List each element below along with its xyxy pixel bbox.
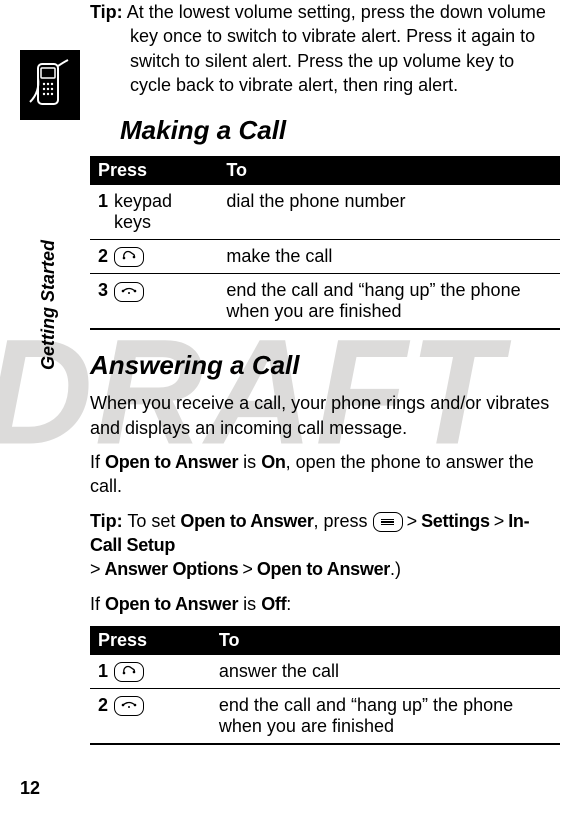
heading-answering-a-call: Answering a Call <box>90 350 560 381</box>
side-panel: Getting Started <box>20 50 80 450</box>
col-press: Press <box>90 156 218 185</box>
table-row: 2 end the call and “hang up” the phone w… <box>90 689 560 745</box>
step-number: 3 <box>90 274 114 330</box>
table-row: 2 make the call <box>90 240 560 274</box>
send-key-icon <box>114 662 144 682</box>
to-value: dial the phone number <box>218 185 560 240</box>
to-value: make the call <box>218 240 560 274</box>
send-key-icon <box>114 247 144 267</box>
step-number: 1 <box>90 185 114 240</box>
answering-call-table: Press To 1 answer the call 2 <box>90 626 560 745</box>
press-value <box>114 240 218 274</box>
table-row: 3 end the call and “hang up” the phone w… <box>90 274 560 330</box>
step-number: 2 <box>90 240 114 274</box>
tip-label: Tip: <box>90 2 123 22</box>
step-number: 1 <box>90 655 114 689</box>
open-to-answer-off: If Open to Answer is Off: <box>90 592 560 616</box>
table-row: 1 answer the call <box>90 655 560 689</box>
step-number: 2 <box>90 689 114 745</box>
to-value: answer the call <box>211 655 560 689</box>
answering-tip: Tip: To set Open to Answer, press >Setti… <box>90 509 560 582</box>
press-value: keypad keys <box>114 185 218 240</box>
answering-intro: When you receive a call, your phone ring… <box>90 391 560 440</box>
phone-icon <box>28 58 72 112</box>
col-to: To <box>218 156 560 185</box>
press-value <box>114 689 211 745</box>
menu-key-icon <box>373 512 403 532</box>
section-tab-label: Getting Started <box>38 240 59 370</box>
end-key-icon <box>114 696 144 716</box>
open-to-answer-on: If Open to Answer is On, open the phone … <box>90 450 560 499</box>
table-row: 1 keypad keys dial the phone number <box>90 185 560 240</box>
tip-block: Tip: At the lowest volume setting, press… <box>90 0 560 97</box>
press-value <box>114 655 211 689</box>
phone-illustration-box <box>20 50 80 120</box>
page-number: 12 <box>20 778 40 799</box>
making-call-table: Press To 1 keypad keys dial the phone nu… <box>90 156 560 330</box>
press-value <box>114 274 218 330</box>
to-value: end the call and “hang up” the phone whe… <box>211 689 560 745</box>
col-press: Press <box>90 626 211 655</box>
end-key-icon <box>114 282 144 302</box>
tip-label: Tip: <box>90 511 123 531</box>
tip-text-line1: At the lowest volume setting, press the … <box>127 2 483 22</box>
to-value: end the call and “hang up” the phone whe… <box>218 274 560 330</box>
heading-making-a-call: Making a Call <box>120 115 560 146</box>
col-to: To <box>211 626 560 655</box>
